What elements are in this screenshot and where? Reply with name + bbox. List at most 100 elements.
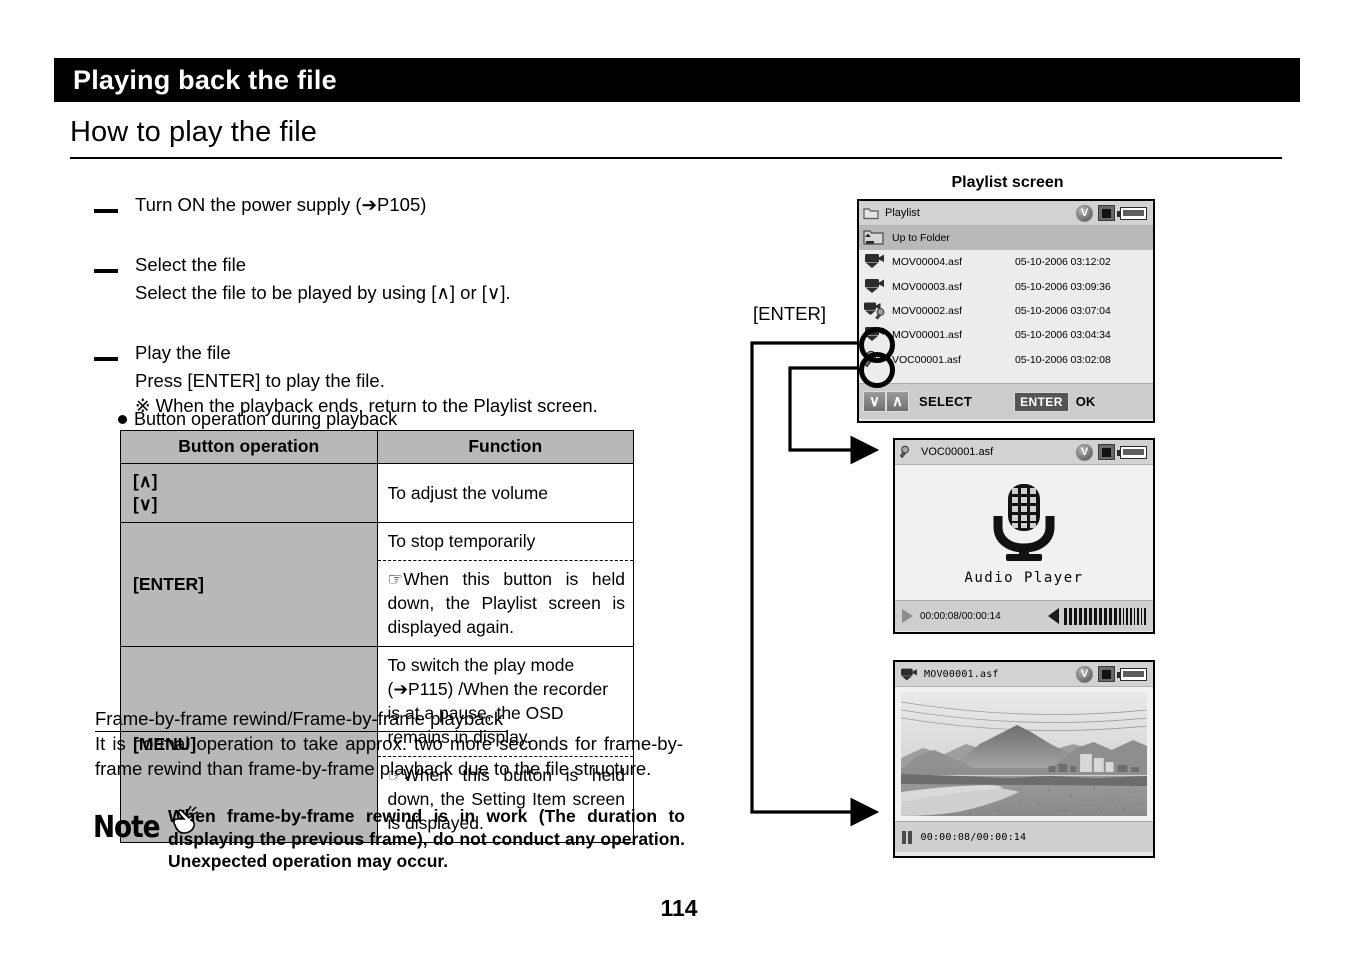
- button-operation-table: Button operation Function [∧] [∨] To adj…: [120, 430, 634, 843]
- list-item[interactable]: Up to Folder: [859, 226, 1153, 251]
- section-title: How to play the file: [70, 116, 318, 148]
- note-badge-label: Note: [93, 810, 161, 845]
- video-player-title: MOV00001.asf: [924, 668, 999, 680]
- list-item-date: 05-10-2006 03:12:02: [1015, 256, 1111, 269]
- list-item-name: MOV00001.asf: [892, 329, 963, 342]
- movie-icon: [863, 252, 887, 272]
- list-item-date: 05-10-2006 03:09:36: [1015, 280, 1111, 293]
- frame-by-frame-paragraph: It is normal operation to take approx. t…: [95, 733, 683, 779]
- cell-function-volume: To adjust the volume: [376, 463, 634, 523]
- video-player-screen[interactable]: MOV00001.asf V 00:00:08/00:00:14: [893, 660, 1155, 858]
- voice-icon: [899, 445, 909, 459]
- speaker-icon: [1048, 608, 1060, 624]
- cell-function-enter: To stop temporarily ☞When this button is…: [376, 522, 634, 647]
- audio-playback-time: 00:00:08/00:00:14: [920, 610, 1001, 622]
- volume-level-bars[interactable]: [1064, 607, 1146, 625]
- playlist-screen-caption: Playlist screen: [951, 174, 1064, 191]
- ok-label: OK: [1075, 394, 1096, 409]
- play-icon: [902, 609, 913, 623]
- step-number-dash: [94, 269, 118, 273]
- movie-icon: [863, 277, 887, 297]
- folder-icon: [863, 208, 879, 220]
- microphone-icon: [993, 483, 1055, 561]
- table-row: [ENTER] To stop temporarily ☞When this b…: [120, 522, 634, 647]
- movie-voice-icon: [863, 301, 887, 321]
- list-item-name: MOV00003.asf: [892, 280, 963, 293]
- video-player-body: [895, 687, 1153, 821]
- list-item-name: MOV00002.asf: [892, 305, 963, 318]
- list-item[interactable]: MOV00002.asf 05-10-2006 03:07:04: [859, 299, 1153, 323]
- volume-icon: V: [1076, 665, 1093, 683]
- function-enter-primary: To stop temporarily: [377, 523, 633, 561]
- table-header-row: Button operation Function: [120, 430, 634, 464]
- playlist-rows: Up to Folder MOV00004.asf 05-10-2006 03:…: [859, 226, 1153, 383]
- bullet-dot-icon: [118, 415, 127, 424]
- playlist-header: Playlist V: [859, 201, 1153, 226]
- table-row: [∧] [∨] To adjust the volume: [120, 463, 634, 523]
- video-status-icons: V: [1076, 665, 1149, 683]
- list-item-name: Up to Folder: [892, 232, 950, 245]
- card-icon: [1098, 444, 1115, 460]
- playlist-status-icons: V: [1076, 204, 1149, 222]
- enter-connector-label: [ENTER]: [753, 303, 826, 324]
- audio-player-screen[interactable]: VOC00001.asf V Audio Player 00:00:08/00:…: [893, 438, 1155, 634]
- manual-page: Playing back the file How to play the fi…: [0, 0, 1358, 954]
- step-2-line-1: Select the file: [135, 254, 247, 275]
- pointing-hand-icon: [173, 805, 199, 834]
- button-operation-heading-label: Button operation during playback: [134, 409, 398, 429]
- card-icon: [1098, 205, 1115, 221]
- function-enter-secondary: ☞When this button is held down, the Play…: [387, 569, 626, 637]
- column-header-button-operation: Button operation: [120, 430, 378, 464]
- step-2-line-2: Select the file to be played by using [∧…: [135, 282, 511, 303]
- audio-status-icons: V: [1076, 443, 1149, 461]
- column-header-function: Function: [376, 430, 634, 464]
- movie-icon: [901, 668, 917, 680]
- list-item-date: 05-10-2006 03:04:34: [1015, 329, 1111, 342]
- key-up-button[interactable]: ∧: [886, 391, 909, 412]
- landscape-thumbnail: [900, 692, 1148, 816]
- list-item-date: 05-10-2006 03:07:04: [1015, 305, 1111, 318]
- playlist-header-title: Playlist: [885, 207, 920, 219]
- list-item-date: 05-10-2006 03:02:08: [1015, 353, 1111, 366]
- list-item-name: VOC00001.asf: [892, 353, 961, 366]
- list-item[interactable]: MOV00004.asf 05-10-2006 03:12:02: [859, 250, 1153, 274]
- list-item[interactable]: VOC00001.asf 05-10-2006 03:02:08: [859, 347, 1153, 371]
- audio-player-footer: 00:00:08/00:00:14: [895, 600, 1153, 631]
- cell-button-volume: [∧] [∨]: [120, 463, 378, 523]
- video-player-header: MOV00001.asf V: [895, 662, 1153, 687]
- button-label-down: [∨]: [133, 494, 158, 514]
- battery-icon: [1117, 445, 1147, 459]
- battery-icon: [1117, 667, 1147, 681]
- pause-icon: [902, 830, 912, 844]
- list-item[interactable]: MOV00001.asf 05-10-2006 03:04:34: [859, 323, 1153, 347]
- video-player-footer: 00:00:08/00:00:14: [895, 821, 1153, 852]
- step-1-line-1: Turn ON the power supply (➔P105): [135, 194, 427, 215]
- select-label: SELECT: [919, 394, 973, 409]
- page-number: 114: [660, 895, 698, 921]
- volume-icon: V: [1076, 443, 1093, 461]
- key-down-button[interactable]: ∨: [863, 391, 886, 412]
- playlist-screen[interactable]: Playlist V Up to Folder MOV00004.asf 05-…: [857, 199, 1155, 423]
- card-icon: [1098, 666, 1115, 682]
- page-banner: Playing back the file: [54, 58, 1300, 102]
- cell-button-enter: [ENTER]: [120, 522, 378, 647]
- highlight-circle-voice-icon: [859, 352, 895, 388]
- button-operation-heading: Button operation during playback: [118, 409, 397, 430]
- video-playback-time: 00:00:08/00:00:14: [920, 831, 1027, 843]
- list-item-name: MOV00004.asf: [892, 256, 963, 269]
- audio-player-header: VOC00001.asf V: [895, 440, 1153, 465]
- enter-key-button[interactable]: ENTER: [1014, 391, 1069, 412]
- step-2: Select the file Select the file to be pl…: [94, 252, 714, 324]
- note-block: Note When frame-by-frame rewind is in wo…: [93, 805, 685, 873]
- step-1: Turn ON the power supply (➔P105): [94, 192, 714, 236]
- note-text: When frame-by-frame rewind is in work (T…: [168, 806, 685, 871]
- audio-player-label: Audio Player: [964, 569, 1084, 586]
- list-item[interactable]: MOV00003.asf 05-10-2006 03:09:36: [859, 275, 1153, 299]
- audio-player-body: Audio Player: [895, 465, 1153, 600]
- section-title-rule: [70, 157, 1282, 159]
- banner-title: Playing back the file: [73, 64, 337, 95]
- step-number-dash: [94, 357, 118, 361]
- step-3-line-1: Play the file: [135, 342, 231, 363]
- up-folder-icon: [863, 228, 887, 248]
- volume-icon: V: [1076, 204, 1093, 222]
